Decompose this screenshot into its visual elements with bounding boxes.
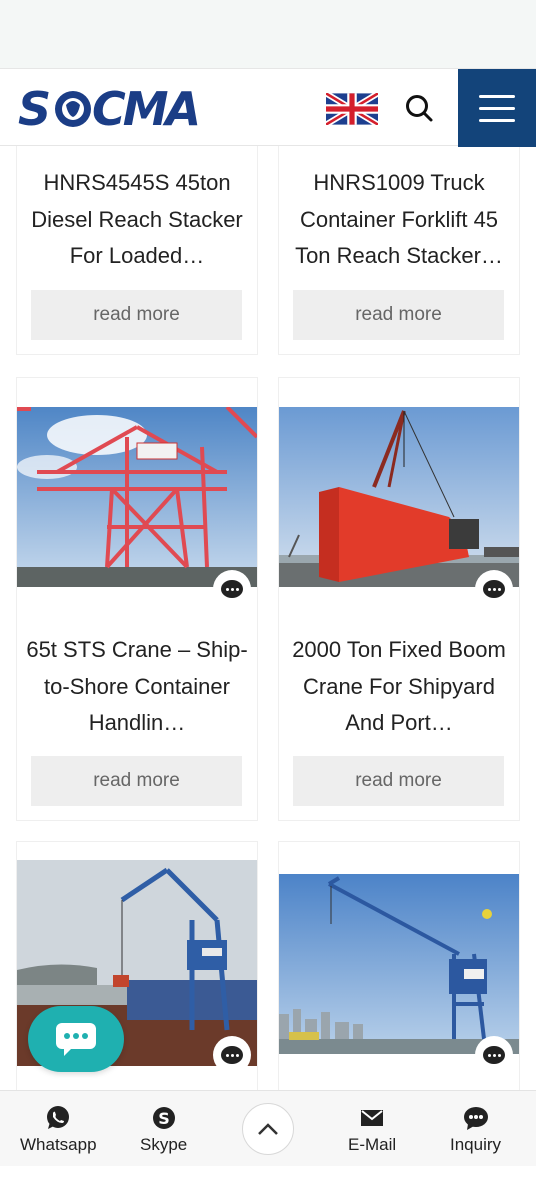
svg-text:CMA: CMA bbox=[92, 85, 198, 133]
product-card: 2000 Ton Fixed Boom Crane For Shipyard A… bbox=[278, 377, 520, 821]
read-more-button[interactable]: read more bbox=[293, 756, 504, 806]
email-button[interactable]: E-Mail bbox=[348, 1105, 396, 1155]
chat-icon bbox=[463, 1107, 488, 1130]
inquiry-label: Inquiry bbox=[450, 1135, 502, 1154]
socma-logo-icon: S CMA bbox=[18, 82, 201, 136]
chat-bubble-icon[interactable] bbox=[475, 570, 513, 608]
brand-logo[interactable]: S CMA bbox=[18, 82, 201, 143]
product-title[interactable]: 65t STS Crane – Ship-to-Shore Container … bbox=[23, 632, 251, 742]
menu-line bbox=[479, 106, 515, 110]
portal-crane-harbor-image[interactable] bbox=[279, 874, 519, 1054]
envelope-icon bbox=[361, 1110, 384, 1126]
back-to-top-button[interactable] bbox=[242, 1103, 294, 1155]
message-bubble-icon bbox=[56, 1023, 96, 1056]
chevron-up-icon bbox=[258, 1123, 278, 1135]
product-card: HNRS4545S 45ton Diesel Reach Stacker For… bbox=[16, 146, 258, 355]
uk-flag-icon[interactable] bbox=[324, 90, 380, 128]
skype-label: Skype bbox=[140, 1135, 188, 1154]
sts-crane-image[interactable] bbox=[17, 407, 257, 587]
skype-button[interactable]: S Skype bbox=[140, 1105, 187, 1155]
site-header: S CMA bbox=[0, 68, 536, 147]
menu-line bbox=[479, 118, 515, 122]
read-more-button[interactable]: read more bbox=[293, 290, 504, 340]
whatsapp-label: Whatsapp bbox=[20, 1135, 97, 1154]
skype-icon: S bbox=[152, 1107, 175, 1129]
hamburger-menu-button[interactable] bbox=[458, 69, 536, 147]
fixed-boom-crane-image[interactable] bbox=[279, 407, 519, 587]
inquiry-button[interactable]: Inquiry bbox=[450, 1105, 501, 1155]
product-grid: HNRS4545S 45ton Diesel Reach Stacker For… bbox=[0, 146, 536, 1090]
chat-bubble-icon[interactable] bbox=[213, 1036, 251, 1074]
read-more-button[interactable]: read more bbox=[31, 290, 242, 340]
chat-bubble-icon[interactable] bbox=[475, 1036, 513, 1074]
bottom-contact-bar: Whatsapp S Skype E-Mail Inquiry bbox=[0, 1090, 536, 1166]
product-card bbox=[278, 841, 520, 1090]
product-title[interactable]: HNRS4545S 45ton Diesel Reach Stacker For… bbox=[23, 165, 251, 275]
product-title[interactable]: HNRS1009 Truck Container Forklift 45 Ton… bbox=[285, 165, 513, 275]
chat-bubble-icon[interactable] bbox=[213, 570, 251, 608]
whatsapp-icon bbox=[47, 1106, 70, 1129]
page-bottom-area bbox=[0, 1166, 536, 1200]
read-more-button[interactable]: read more bbox=[31, 756, 242, 806]
product-card: 65t STS Crane – Ship-to-Shore Container … bbox=[16, 377, 258, 821]
product-title[interactable]: 2000 Ton Fixed Boom Crane For Shipyard A… bbox=[285, 632, 513, 742]
product-card: HNRS1009 Truck Container Forklift 45 Ton… bbox=[278, 146, 520, 355]
status-bar-area bbox=[0, 0, 536, 68]
whatsapp-button[interactable]: Whatsapp bbox=[20, 1105, 97, 1155]
search-icon[interactable] bbox=[402, 91, 436, 125]
svg-text:S: S bbox=[158, 1109, 170, 1128]
live-chat-button[interactable] bbox=[28, 1006, 124, 1072]
menu-line bbox=[479, 94, 515, 98]
email-label: E-Mail bbox=[348, 1135, 397, 1154]
svg-text:S: S bbox=[18, 85, 49, 133]
